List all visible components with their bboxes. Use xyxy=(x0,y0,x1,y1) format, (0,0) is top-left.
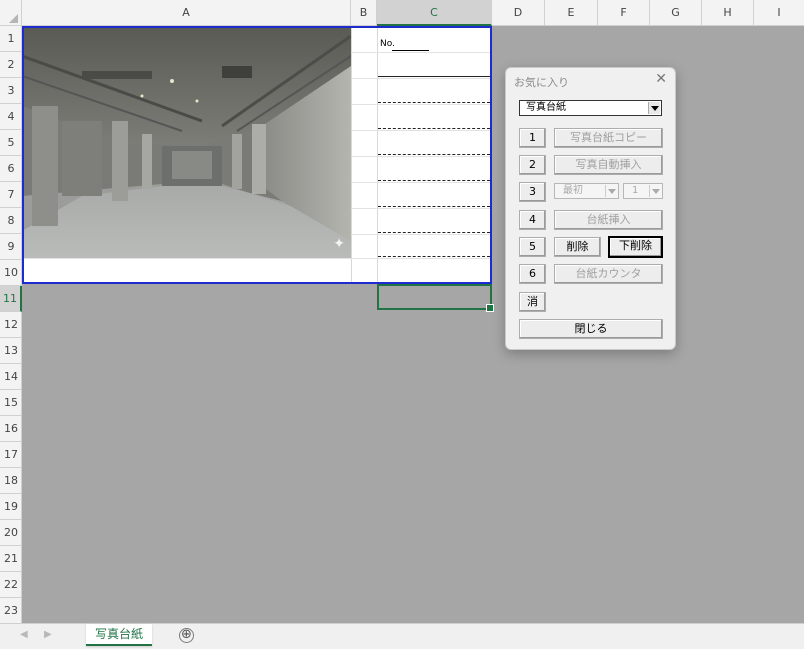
row-header[interactable]: 14 xyxy=(0,364,22,390)
column-divider xyxy=(351,26,352,283)
row-header[interactable]: 9 xyxy=(0,234,22,260)
count-select[interactable]: 1 xyxy=(623,183,663,199)
auto-insert-photo-button[interactable]: 写真自動挿入 xyxy=(554,155,663,175)
chevron-down-icon[interactable] xyxy=(648,102,660,114)
memo-line xyxy=(378,180,490,181)
column-header-bar: A B C D E F G H I xyxy=(0,0,804,26)
close-button[interactable]: 閉じる xyxy=(519,319,663,339)
row-5-number-button[interactable]: 5 xyxy=(519,237,546,257)
delete-button[interactable]: 削除 xyxy=(554,237,601,257)
column-header-c[interactable]: C xyxy=(377,0,492,26)
column-header-f[interactable]: F xyxy=(598,0,650,26)
row-header[interactable]: 17 xyxy=(0,442,22,468)
row-header[interactable]: 5 xyxy=(0,130,22,156)
site-photo[interactable]: ✦ xyxy=(22,26,351,258)
row-4-number-button[interactable]: 4 xyxy=(519,210,546,230)
row-header-bar: 1 2 3 4 5 6 7 8 9 10 11 12 13 14 15 16 1… xyxy=(0,26,22,624)
select-all-corner[interactable] xyxy=(0,0,22,26)
next-sheet-icon[interactable]: ▶ xyxy=(44,629,52,640)
dialog-title: お気に入り xyxy=(514,76,569,89)
cell-c1-label: No. xyxy=(380,39,395,49)
row-header[interactable]: 20 xyxy=(0,520,22,546)
chevron-down-icon[interactable] xyxy=(605,185,617,197)
sheet-tab-bar: ◀ ▶ 写真台紙 ⊕ xyxy=(0,623,804,649)
start-position-value: 最初 xyxy=(563,185,583,196)
add-sheet-icon[interactable]: ⊕ xyxy=(179,628,194,643)
close-icon[interactable]: ✕ xyxy=(655,71,667,87)
row-header[interactable]: 18 xyxy=(0,468,22,494)
row-header[interactable]: 13 xyxy=(0,338,22,364)
memo-line xyxy=(378,154,490,155)
site-photo-graphic xyxy=(22,26,351,258)
column-header-e[interactable]: E xyxy=(545,0,598,26)
insert-sheet-button[interactable]: 台紙挿入 xyxy=(554,210,663,230)
sparkle-icon: ✦ xyxy=(333,236,345,252)
selected-cell-c11[interactable] xyxy=(377,284,494,312)
sheet-counter-button[interactable]: 台紙カウンタ xyxy=(554,264,663,284)
row-header[interactable]: 23 xyxy=(0,598,22,624)
column-header-g[interactable]: G xyxy=(650,0,702,26)
row-header[interactable]: 6 xyxy=(0,156,22,182)
row-header[interactable]: 11 xyxy=(0,286,22,312)
number-underline xyxy=(392,50,429,51)
row-header[interactable]: 19 xyxy=(0,494,22,520)
column-header-b[interactable]: B xyxy=(351,0,377,26)
row-6-number-button[interactable]: 6 xyxy=(519,264,546,284)
chevron-down-icon[interactable] xyxy=(649,185,661,197)
row-2-number-button[interactable]: 2 xyxy=(519,155,546,175)
memo-line xyxy=(378,128,490,129)
row-header[interactable]: 4 xyxy=(0,104,22,130)
delete-below-button[interactable]: 下削除 xyxy=(608,236,663,258)
favorites-dialog: お気に入り ✕ 写真台紙 1 写真台紙コピー 2 写真自動挿入 3 最初 1 4… xyxy=(505,67,676,350)
row-header[interactable]: 8 xyxy=(0,208,22,234)
row-header[interactable]: 22 xyxy=(0,572,22,598)
row-1-number-button[interactable]: 1 xyxy=(519,128,546,148)
column-header-i[interactable]: I xyxy=(754,0,804,26)
memo-line xyxy=(378,232,490,233)
column-header-h[interactable]: H xyxy=(702,0,754,26)
memo-line xyxy=(378,206,490,207)
row-3-number-button[interactable]: 3 xyxy=(519,182,546,202)
row-header[interactable]: 16 xyxy=(0,416,22,442)
row-header[interactable]: 7 xyxy=(0,182,22,208)
copy-sheet-button[interactable]: 写真台紙コピー xyxy=(554,128,663,148)
row-header[interactable]: 12 xyxy=(0,312,22,338)
column-header-d[interactable]: D xyxy=(492,0,545,26)
row-header[interactable]: 15 xyxy=(0,390,22,416)
sheet-tab-active[interactable]: 写真台紙 xyxy=(86,624,152,646)
previous-sheet-icon[interactable]: ◀ xyxy=(20,629,28,640)
start-position-select[interactable]: 最初 xyxy=(554,183,619,199)
count-value: 1 xyxy=(632,185,639,196)
row-header[interactable]: 10 xyxy=(0,260,22,286)
memo-line xyxy=(378,76,490,77)
row-header[interactable]: 3 xyxy=(0,78,22,104)
row-header[interactable]: 21 xyxy=(0,546,22,572)
template-dropdown-value: 写真台紙 xyxy=(526,102,566,113)
template-dropdown[interactable]: 写真台紙 xyxy=(519,100,662,116)
row-header[interactable]: 1 xyxy=(0,26,22,52)
row-divider xyxy=(22,258,491,259)
row-header[interactable]: 2 xyxy=(0,52,22,78)
clear-button[interactable]: 消 xyxy=(519,292,546,312)
memo-line xyxy=(378,102,490,103)
memo-line xyxy=(378,256,490,257)
column-header-a[interactable]: A xyxy=(22,0,351,26)
